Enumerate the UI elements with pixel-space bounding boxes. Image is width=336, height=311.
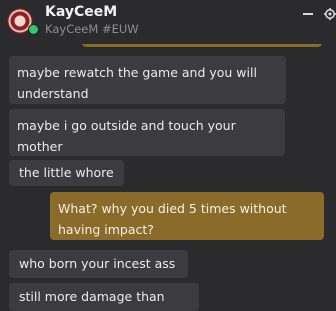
message-list[interactable]: maybe rewatch the game and you will unde… — [0, 0, 336, 311]
chat-header: KayCeeM KayCeeM #EUW — [0, 0, 336, 44]
username: KayCeeM — [45, 4, 118, 20]
message-incoming: still more damage than you — [9, 283, 199, 311]
riot-id: KayCeeM #EUW — [45, 22, 139, 36]
message-incoming: maybe rewatch the game and you will unde… — [9, 56, 286, 104]
message-outgoing: What? why you died 5 times without havin… — [50, 192, 324, 240]
online-status-icon — [28, 24, 39, 35]
message-incoming: who born your incest ass — [9, 250, 188, 278]
message-incoming: the little whore — [9, 160, 124, 186]
message-incoming: maybe i go outside and touch your mother — [9, 109, 285, 156]
minimize-icon[interactable] — [303, 13, 313, 15]
gear-icon[interactable] — [324, 8, 336, 20]
